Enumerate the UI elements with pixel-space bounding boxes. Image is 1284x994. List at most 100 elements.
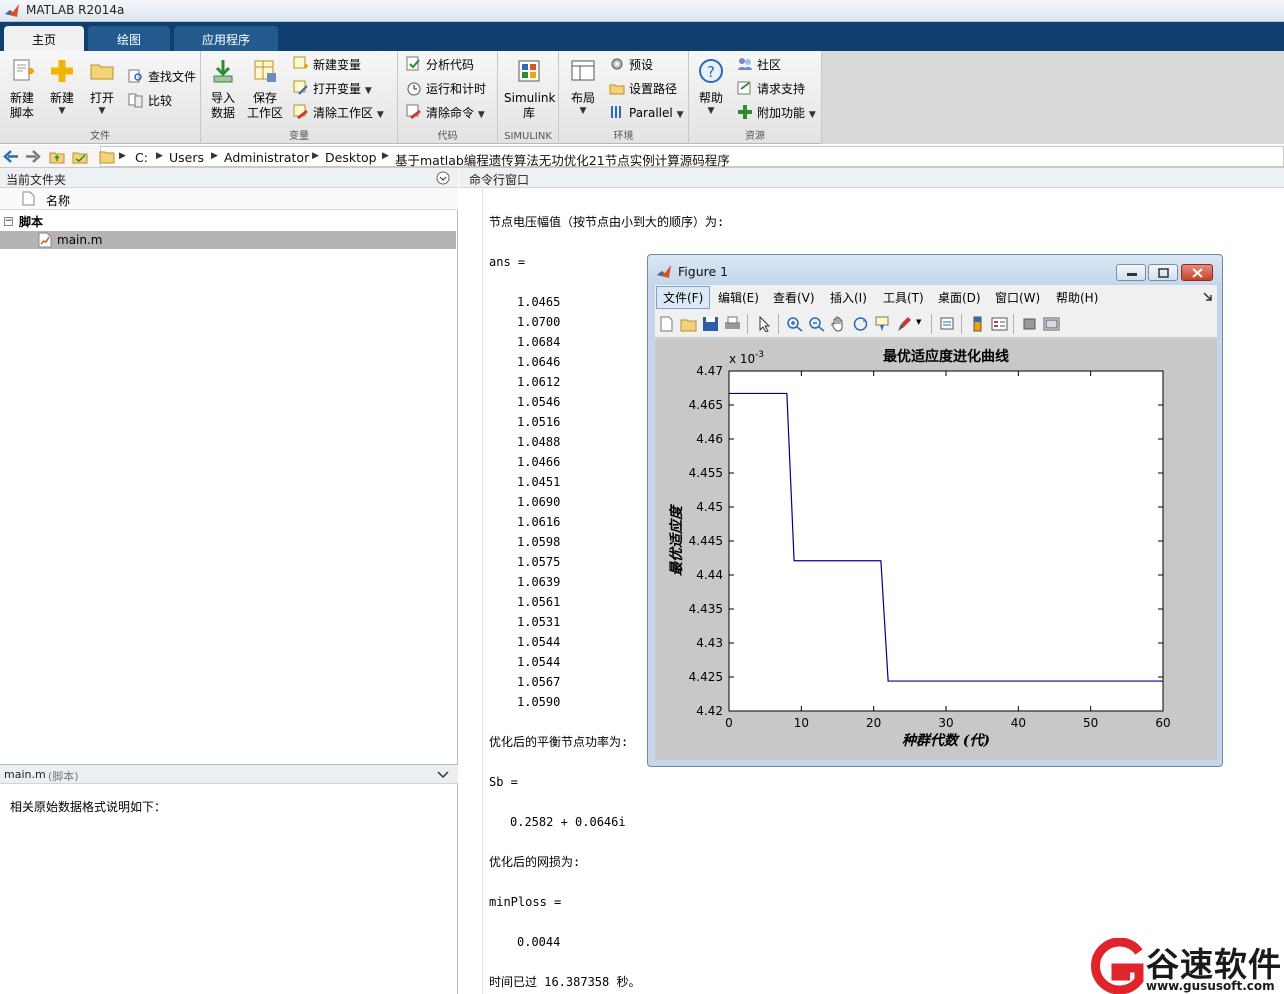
clear-workspace-icon [293, 104, 308, 120]
simulink-library-icon [518, 60, 540, 82]
crumb-project-folder[interactable]: 基于matlab编程遗传算法无功优化21节点实例计算源码程序 [395, 150, 730, 169]
chevron-down-icon[interactable]: ▼ [365, 86, 372, 96]
new-variable-button[interactable]: 新建变量 [293, 55, 361, 75]
panel-menu-icon[interactable] [436, 171, 450, 185]
details-file-name: main.m [4, 768, 46, 781]
collapse-icon[interactable]: − [4, 217, 13, 226]
new-button[interactable]: 新建 ▼ [40, 57, 84, 116]
parallel-icon [611, 106, 621, 118]
import-label-1: 导入 [210, 91, 235, 105]
analyze-code-button[interactable]: 分析代码 [406, 55, 474, 75]
simulink-library-button[interactable]: Simulink 库 [504, 57, 555, 121]
crumb-drive[interactable]: C: [135, 150, 148, 165]
preferences-label: 预设 [629, 58, 654, 72]
group-label-file: 文件 [90, 131, 110, 142]
request-support-button[interactable]: 请求支持 [737, 79, 805, 99]
menu-help[interactable]: 帮助(H) [1056, 289, 1098, 306]
figure-window[interactable]: Figure 1 文件(F) 编辑(E) 查看(V) 插入(I) 工具(T) 桌… [647, 254, 1223, 767]
add-ons-button[interactable]: 附加功能 ▼ [737, 103, 816, 123]
close-button[interactable] [1181, 264, 1213, 281]
command-window-title: 命令行窗口 [469, 173, 530, 187]
chevron-down-icon[interactable]: ▼ [478, 110, 485, 120]
crumb-administrator[interactable]: Administrator [224, 150, 309, 165]
menu-file[interactable]: 文件(F) [656, 286, 711, 309]
select-arrow-icon[interactable] [756, 316, 773, 332]
ribbon-tab-row: 主页 绘图 应用程序 [0, 22, 1284, 51]
menu-window[interactable]: 窗口(W) [995, 289, 1040, 306]
link-plot-icon[interactable] [939, 316, 956, 332]
parallel-button[interactable]: Parallel ▼ [609, 103, 683, 123]
dock-arrow-icon[interactable] [1203, 292, 1212, 301]
up-folder-icon[interactable] [49, 149, 65, 164]
run-and-time-button[interactable]: 运行和计时 [406, 79, 486, 99]
show-plot-tools-icon[interactable] [1043, 316, 1060, 332]
chevron-down-icon[interactable] [436, 769, 450, 781]
back-arrow-icon[interactable] [3, 149, 19, 164]
file-list-header[interactable]: 名称 [0, 188, 458, 210]
set-path-button[interactable]: 设置路径 [609, 79, 677, 99]
request-support-label: 请求支持 [757, 82, 806, 96]
file-icon [22, 191, 35, 206]
clear-commands-label: 清除命令 [426, 106, 475, 120]
tree-group-scripts[interactable]: − 脚本 [0, 213, 456, 231]
clear-workspace-button[interactable]: 清除工作区 ▼ [293, 103, 384, 123]
layout-button[interactable]: 布局 ▼ [561, 57, 605, 116]
compare-button[interactable]: 比较 [128, 91, 172, 111]
breadcrumb[interactable]: ▶ C: ▶ Users ▶ Administrator ▶ Desktop ▶… [99, 146, 1284, 169]
save-figure-icon[interactable] [702, 316, 719, 332]
menu-view[interactable]: 查看(V) [773, 289, 815, 306]
tab-home[interactable]: 主页 [4, 26, 84, 51]
find-files-button[interactable]: 查找文件 [128, 67, 196, 87]
brush-icon[interactable] [896, 316, 913, 332]
zoom-out-icon[interactable] [808, 316, 825, 332]
x-tick-label: 60 [1155, 716, 1170, 730]
crumb-desktop[interactable]: Desktop [325, 150, 377, 165]
open-variable-button[interactable]: 打开变量 ▼ [293, 79, 372, 99]
file-row-main[interactable]: main.m [0, 231, 456, 249]
import-data-icon [213, 60, 233, 83]
rotate-3d-icon[interactable] [852, 316, 869, 332]
data-cursor-icon[interactable] [874, 316, 891, 332]
figure-title-bar[interactable]: Figure 1 [648, 255, 1222, 285]
help-button[interactable]: ? 帮助 ▼ [689, 57, 733, 116]
import-data-button[interactable]: 导入 数据 [201, 57, 245, 121]
crumb-users[interactable]: Users [169, 150, 204, 165]
save-workspace-button[interactable]: 保存 工作区 [243, 57, 287, 121]
clear-commands-button[interactable]: 清除命令 ▼ [406, 103, 485, 123]
tab-apps[interactable]: 应用程序 [174, 26, 278, 51]
menu-tools[interactable]: 工具(T) [883, 289, 924, 306]
chevron-down-icon[interactable]: ▼ [377, 110, 384, 120]
zoom-in-icon[interactable] [786, 316, 803, 332]
tab-plots[interactable]: 绘图 [88, 26, 170, 51]
menu-edit[interactable]: 编辑(E) [718, 289, 759, 306]
menu-desktop[interactable]: 桌面(D) [938, 289, 981, 306]
browse-folder-icon[interactable] [72, 149, 88, 164]
open-file-icon[interactable] [680, 316, 697, 332]
new-figure-icon[interactable] [658, 316, 675, 332]
group-label-environment: 环境 [613, 131, 634, 142]
forward-arrow-icon[interactable] [25, 149, 41, 164]
title-bar: MATLAB R2014a [0, 0, 1284, 22]
community-button[interactable]: 社区 [737, 55, 781, 75]
new-label: 新建 [49, 91, 74, 105]
print-icon[interactable] [724, 316, 741, 332]
legend-icon[interactable] [991, 316, 1008, 332]
chevron-down-icon[interactable]: ▼ [677, 110, 684, 120]
open-label: 打开 [89, 91, 114, 105]
hide-plot-tools-icon[interactable] [1021, 316, 1038, 332]
colorbar-icon[interactable] [969, 316, 986, 332]
y-tick-label: 4.425 [689, 670, 723, 684]
pan-hand-icon[interactable] [830, 316, 847, 332]
svg-text:?: ? [707, 63, 715, 81]
chevron-down-icon[interactable]: ▼ [809, 110, 816, 120]
ribbon-group-code: 分析代码 运行和计时 清除命令 ▼ 代码 [398, 51, 498, 144]
chevron-down-icon[interactable]: ▼ [916, 318, 921, 326]
maximize-button[interactable] [1148, 264, 1178, 281]
preferences-button[interactable]: 预设 [609, 55, 653, 75]
new-script-button[interactable]: 新建 脚本 [0, 57, 44, 121]
menu-insert[interactable]: 插入(I) [830, 289, 867, 306]
minimize-button[interactable] [1116, 264, 1146, 281]
open-button[interactable]: 打开 ▼ [80, 57, 124, 116]
open-variable-label: 打开变量 [313, 82, 362, 96]
details-header[interactable]: main.m (脚本) [0, 764, 458, 784]
